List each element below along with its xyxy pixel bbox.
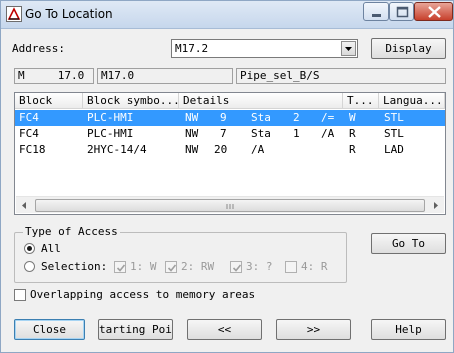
- maximize-button[interactable]: [389, 2, 414, 21]
- table-row[interactable]: FC4 PLC-HMI NW 9 Sta 2 /= W STL: [15, 110, 445, 126]
- cell-statement: Sta: [251, 111, 271, 124]
- display-button-label: Display: [385, 42, 432, 55]
- scrollbar-thumb[interactable]: [35, 199, 425, 212]
- column-header-block[interactable]: Block: [15, 93, 83, 109]
- access-unknown-checkbox[interactable]: [230, 261, 242, 273]
- next-button-label: >>: [306, 323, 321, 336]
- previous-button-label: <<: [217, 323, 232, 336]
- column-header-language[interactable]: Langua...: [379, 93, 445, 109]
- close-window-button[interactable]: [414, 2, 453, 21]
- cell-instruction: /=: [321, 111, 335, 124]
- cell-symbol: PLC-HMI: [87, 111, 134, 124]
- table-row[interactable]: FC4 PLC-HMI NW 7 Sta 1 /A R STL: [15, 126, 445, 142]
- scroll-left-icon[interactable]: [16, 197, 33, 214]
- cell-language: STL: [384, 111, 404, 124]
- access-unknown-label: 3: ?: [246, 260, 273, 273]
- all-radio[interactable]: [24, 243, 35, 254]
- cell-block: FC4: [19, 127, 39, 140]
- cell-instruction: /A: [321, 127, 335, 140]
- type-of-access-group: Type of Access All Selection: 1: W 2: RW…: [14, 225, 347, 283]
- minimize-button[interactable]: [363, 2, 389, 21]
- operand-field: M 17.0: [14, 68, 94, 84]
- column-header-type[interactable]: T...: [343, 93, 379, 109]
- access-rw-checkbox[interactable]: [165, 261, 177, 273]
- horizontal-scrollbar[interactable]: [16, 196, 444, 213]
- cell-language: LAD: [384, 143, 404, 156]
- selection-label: Selection:: [41, 260, 108, 273]
- cell-network-number: 20: [214, 143, 228, 156]
- access-r-label: 4: R: [301, 260, 328, 273]
- cell-block: FC4: [19, 111, 39, 124]
- symbolic-address-field: M17.0: [97, 68, 233, 84]
- cell-type: W: [349, 111, 356, 124]
- table-row[interactable]: FC18 2HYC-14/4 NW 20 /A R LAD: [15, 142, 445, 158]
- cell-statement: Sta: [251, 127, 271, 140]
- selection-radio[interactable]: [24, 261, 35, 272]
- go-to-button[interactable]: Go To: [371, 233, 446, 254]
- symbol-field: Pipe_sel_B/S: [236, 68, 446, 84]
- go-to-location-dialog: Go To Location Address: M17.2 Display M …: [0, 0, 454, 353]
- starting-point-button-label: tarting Poin: [99, 323, 173, 336]
- starting-point-button[interactable]: tarting Poin: [98, 319, 173, 340]
- cell-network: NW: [185, 111, 199, 124]
- overlapping-access-checkbox[interactable]: [14, 289, 26, 301]
- next-button[interactable]: >>: [276, 319, 351, 340]
- list-header: Block Block symbo... Details T... Langua…: [15, 93, 445, 109]
- access-w-checkbox[interactable]: [114, 261, 126, 273]
- cell-network-number: 7: [220, 127, 227, 140]
- cell-statement-number: 2: [293, 111, 300, 124]
- title-bar: Go To Location: [1, 1, 453, 29]
- cell-statement: /A: [251, 143, 265, 156]
- window-title: Go To Location: [25, 7, 113, 21]
- location-list[interactable]: Block Block symbo... Details T... Langua…: [14, 92, 446, 215]
- go-to-button-label: Go To: [391, 237, 426, 250]
- column-header-block-symbol[interactable]: Block symbo...: [83, 93, 179, 109]
- scroll-right-icon[interactable]: [427, 197, 444, 214]
- display-button[interactable]: Display: [371, 38, 446, 59]
- all-label: All: [41, 242, 61, 255]
- help-button[interactable]: Help: [371, 319, 446, 340]
- cell-symbol: PLC-HMI: [87, 127, 134, 140]
- angle-tool-icon: [6, 6, 22, 22]
- close-button[interactable]: Close: [14, 319, 85, 340]
- column-header-details[interactable]: Details: [179, 93, 343, 109]
- cell-statement-number: 1: [293, 127, 300, 140]
- chevron-down-icon[interactable]: [341, 41, 356, 56]
- access-r-checkbox[interactable]: [285, 261, 297, 273]
- help-button-label: Help: [395, 323, 422, 336]
- address-value: M17.2: [175, 42, 209, 55]
- address-combobox[interactable]: M17.2: [171, 39, 358, 58]
- cell-network-number: 9: [220, 111, 227, 124]
- access-w-label: 1: W: [130, 260, 157, 273]
- cell-type: R: [349, 127, 356, 140]
- close-button-label: Close: [32, 323, 67, 336]
- previous-button[interactable]: <<: [187, 319, 262, 340]
- cell-block: FC18: [19, 143, 46, 156]
- access-rw-label: 2: RW: [181, 260, 215, 273]
- address-label: Address:: [12, 42, 65, 55]
- overlapping-access-label: Overlapping access to memory areas: [30, 288, 256, 301]
- cell-type: R: [349, 143, 356, 156]
- cell-language: STL: [384, 127, 404, 140]
- type-of-access-title: Type of Access: [23, 225, 120, 238]
- cell-network: NW: [185, 127, 199, 140]
- cell-symbol: 2HYC-14/4: [87, 143, 147, 156]
- cell-network: NW: [185, 143, 199, 156]
